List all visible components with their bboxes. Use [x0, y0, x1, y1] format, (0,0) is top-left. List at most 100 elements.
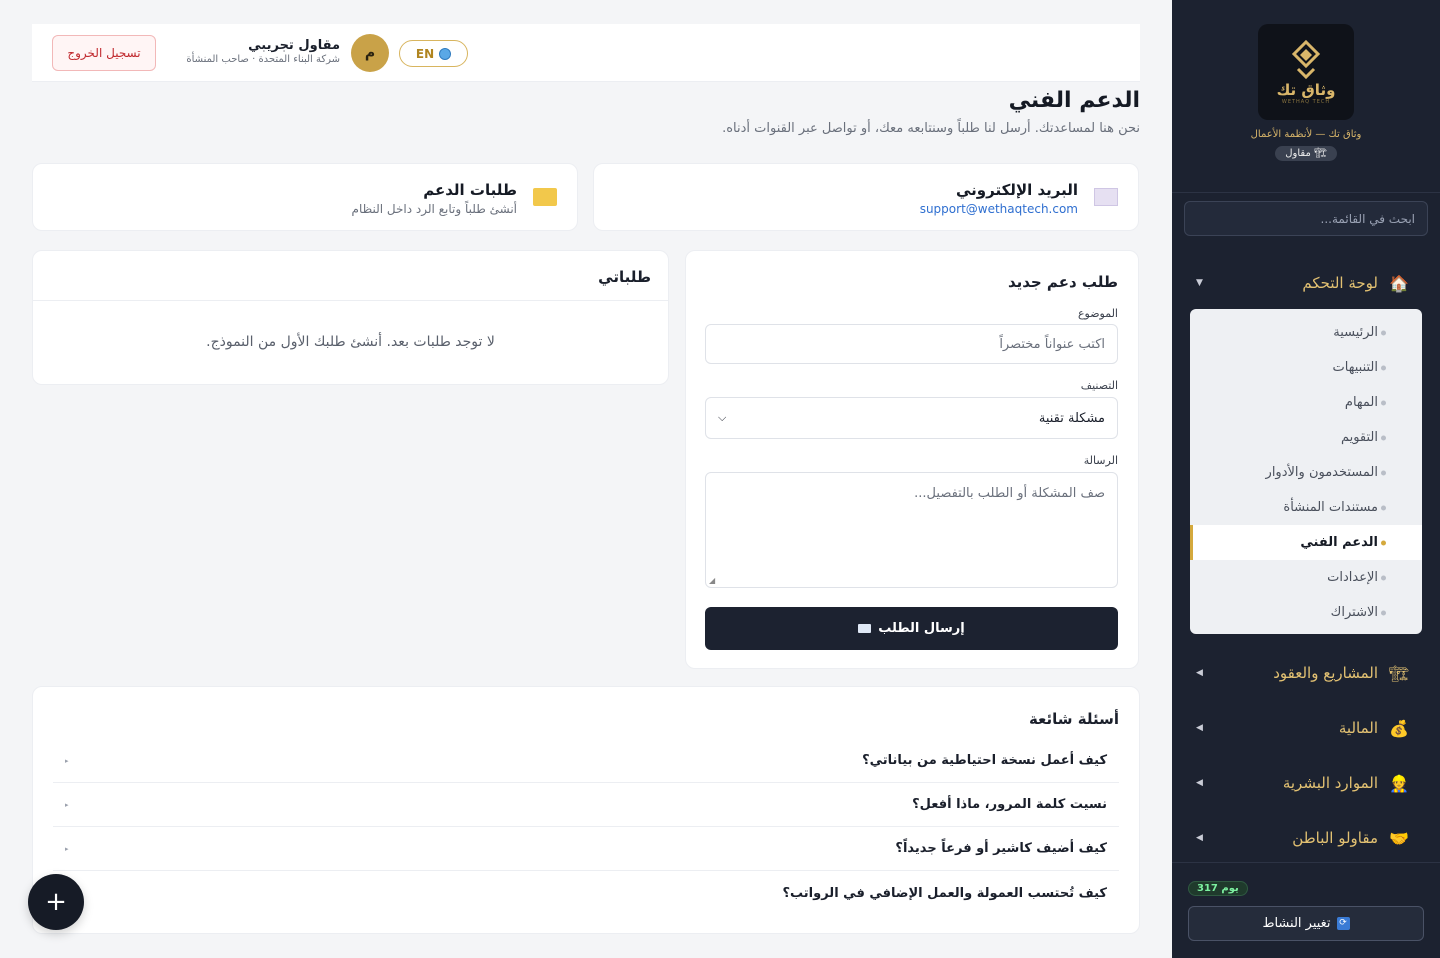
faq-item[interactable]: كيف تُحتسب العمولة والعمل الإضافي في الر… — [53, 871, 1119, 915]
sidebar: وثاق تك WETHAQ TECH وثاق تك — لأنظمة الأ… — [1172, 0, 1440, 958]
sidebar-item-support[interactable]: الدعم الفني — [1190, 525, 1422, 560]
logo-mark-icon — [1291, 39, 1321, 79]
sidebar-group-label: الموارد البشرية — [1282, 774, 1378, 792]
faq-item[interactable]: نسيت كلمة المرور، ماذا أفعل؟ ▸ — [53, 783, 1119, 827]
user-company-role: شركة البناء المتحدة · صاحب المنشأة — [186, 54, 340, 65]
sidebar-item-home[interactable]: الرئيسية — [1190, 315, 1422, 350]
sidebar-search-input[interactable]: ابحث في القائمة... — [1184, 201, 1428, 236]
sidebar-item-label: الإعدادات — [1327, 570, 1378, 585]
my-requests-title: طلباتي — [33, 251, 668, 301]
submit-label: إرسال الطلب — [878, 621, 965, 636]
faq-item[interactable]: كيف أضيف كاشير أو فرعاً جديداً؟ ▸ — [53, 827, 1119, 871]
sidebar-group-label: مقاولو الباطن — [1292, 829, 1378, 847]
category-label: التصنيف — [1080, 379, 1118, 392]
language-label: EN — [415, 46, 435, 61]
category-select[interactable]: مشكلة تقنية ⌵ — [705, 397, 1118, 439]
sidebar-item-settings[interactable]: الإعدادات — [1190, 560, 1422, 595]
handshake-icon: 🤝 — [1389, 828, 1409, 848]
brand-area: وثاق تك WETHAQ TECH وثاق تك — لأنظمة الأ… — [1172, 0, 1440, 193]
ticket-icon — [533, 188, 557, 206]
sidebar-group-finance[interactable]: 💰 المالية ◀ — [1172, 710, 1440, 746]
new-request-form: طلب دعم جديد الموضوع اكتب عنواناً مختصرا… — [685, 250, 1139, 669]
tickets-card-title: طلبات الدعم — [423, 181, 517, 199]
empty-state-message: لا توجد طلبات بعد. أنشئ طلبك الأول من ال… — [206, 334, 495, 350]
floating-add-button[interactable]: + — [28, 874, 84, 930]
sidebar-item-label: الاشتراك — [1330, 605, 1378, 620]
switch-activity-label: تغيير النشاط — [1262, 916, 1331, 931]
email-card-title: البريد الإلكتروني — [956, 181, 1078, 199]
sidebar-group-label: المشاريع والعقود — [1273, 664, 1378, 682]
faq-question: كيف أضيف كاشير أو فرعاً جديداً؟ — [895, 841, 1107, 856]
sidebar-item-label: التقويم — [1340, 430, 1378, 445]
email-contact-card: البريد الإلكتروني support@wethaqtech.com — [593, 163, 1139, 231]
support-email-link[interactable]: support@wethaqtech.com — [920, 202, 1078, 216]
sidebar-item-label: الدعم الفني — [1300, 535, 1378, 550]
brand-tagline: وثاق تك — لأنظمة الأعمال — [1250, 129, 1362, 140]
resize-handle-icon[interactable]: ◢ — [709, 576, 715, 585]
sidebar-group-label: المالية — [1338, 719, 1378, 737]
role-badge: مقاول 🏗 — [1275, 146, 1337, 161]
sidebar-item-label: الرئيسية — [1333, 325, 1378, 340]
faq-question: نسيت كلمة المرور، ماذا أفعل؟ — [912, 797, 1107, 812]
sidebar-group-projects[interactable]: 🏗 المشاريع والعقود ◀ — [1172, 655, 1440, 691]
caret-down-icon: ▼ — [1196, 278, 1203, 288]
envelope-icon — [1094, 188, 1118, 206]
sidebar-item-label: التنبيهات — [1332, 360, 1378, 375]
logo-subtext: WETHAQ TECH — [1281, 99, 1331, 105]
logout-button[interactable]: تسجيل الخروج — [52, 35, 156, 71]
sidebar-item-label: المهام — [1344, 395, 1378, 410]
sidebar-group-dashboard[interactable]: 🏠 لوحة التحكم ▼ — [1172, 265, 1440, 301]
sidebar-item-subscription[interactable]: الاشتراك — [1190, 595, 1422, 630]
form-title: طلب دعم جديد — [1007, 273, 1118, 291]
user-name: مقاول تجريبي — [248, 38, 340, 53]
subject-input[interactable]: اكتب عنواناً مختصراً — [705, 324, 1118, 364]
refresh-icon: ⟳ — [1336, 917, 1350, 930]
language-toggle-button[interactable]: EN — [399, 40, 468, 67]
chevron-down-icon: ⌵ — [718, 411, 727, 424]
logo-text: وثاق تك — [1276, 81, 1336, 99]
switch-activity-button[interactable]: تغيير النشاط ⟳ — [1188, 906, 1424, 941]
expand-triangle-icon: ▸ — [65, 756, 69, 765]
subscription-days-badge: 317 يوم — [1188, 881, 1248, 896]
top-bar: تسجيل الخروج EN م مقاول تجريبي شركة البن… — [32, 24, 1140, 82]
money-bag-icon: 💰 — [1389, 718, 1409, 738]
expand-triangle-icon: ▸ — [65, 844, 69, 853]
crane-icon: 🏗 — [1388, 663, 1410, 683]
crane-icon: 🏗 — [1314, 148, 1327, 159]
caret-left-icon: ◀ — [1196, 833, 1203, 843]
sidebar-footer: 317 يوم تغيير النشاط ⟳ — [1172, 862, 1440, 958]
user-info: مقاول تجريبي شركة البناء المتحدة · صاحب … — [186, 38, 340, 65]
sidebar-item-label: المستخدمون والأدوار — [1265, 465, 1378, 480]
faq-question: كيف أعمل نسخة احتياطية من بياناتي؟ — [862, 753, 1107, 768]
worker-icon: 👷 — [1389, 773, 1409, 793]
sidebar-item-tasks[interactable]: المهام — [1190, 385, 1422, 420]
caret-left-icon: ◀ — [1196, 668, 1203, 678]
faq-item[interactable]: كيف أعمل نسخة احتياطية من بياناتي؟ ▸ — [53, 739, 1119, 783]
faq-question: كيف تُحتسب العمولة والعمل الإضافي في الر… — [782, 885, 1108, 901]
avatar[interactable]: م — [351, 34, 389, 72]
sidebar-item-label: مستندات المنشأة — [1283, 500, 1378, 515]
category-selected-value: مشكلة تقنية — [1038, 410, 1105, 426]
sidebar-item-documents[interactable]: مستندات المنشأة — [1190, 490, 1422, 525]
message-placeholder: صف المشكلة أو الطلب بالتفصيل... — [914, 486, 1105, 501]
sidebar-item-alerts[interactable]: التنبيهات — [1190, 350, 1422, 385]
faq-title: أسئلة شائعة — [1028, 710, 1119, 728]
send-envelope-icon — [858, 624, 872, 633]
dashboard-submenu: الرئيسية التنبيهات المهام التقويم المستخ… — [1190, 309, 1422, 634]
page-subtitle: نحن هنا لمساعدتك. أرسل لنا طلباً وسنتابع… — [722, 121, 1140, 136]
message-label: الرسالة — [1083, 454, 1118, 467]
house-icon: 🏠 — [1389, 273, 1409, 293]
sidebar-item-calendar[interactable]: التقويم — [1190, 420, 1422, 455]
logo[interactable]: وثاق تك WETHAQ TECH — [1258, 24, 1354, 120]
sidebar-group-label: لوحة التحكم — [1302, 274, 1378, 292]
sidebar-group-hr[interactable]: 👷 الموارد البشرية ◀ — [1172, 765, 1440, 801]
message-textarea[interactable]: صف المشكلة أو الطلب بالتفصيل... ◢ — [705, 472, 1118, 588]
submit-request-button[interactable]: إرسال الطلب — [705, 607, 1118, 650]
sidebar-item-users-roles[interactable]: المستخدمون والأدوار — [1190, 455, 1422, 490]
subject-label: الموضوع — [1077, 307, 1118, 320]
my-requests-card: طلباتي لا توجد طلبات بعد. أنشئ طلبك الأو… — [32, 250, 669, 385]
globe-icon — [439, 47, 452, 60]
tickets-card-description: أنشئ طلباً وتابع الرد داخل النظام — [351, 202, 517, 216]
sidebar-group-subcontractors[interactable]: 🤝 مقاولو الباطن ◀ — [1172, 820, 1440, 856]
faq-card: أسئلة شائعة كيف أعمل نسخة احتياطية من بي… — [32, 686, 1140, 934]
